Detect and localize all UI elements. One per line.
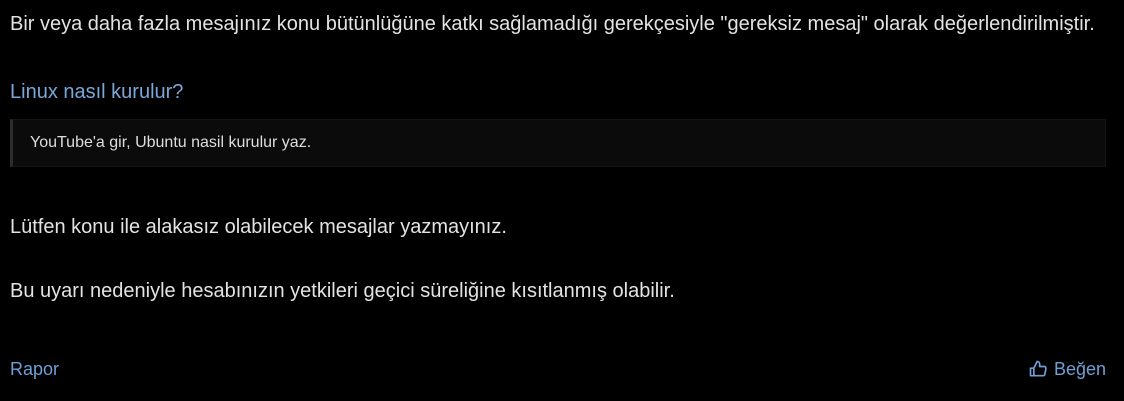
- paragraph-1: Lütfen konu ile alakasız olabilecek mesa…: [10, 216, 507, 238]
- thumbs-up-icon: [1028, 359, 1048, 379]
- thread-title-link[interactable]: Linux nasıl kurulur?: [10, 76, 1110, 108]
- like-button[interactable]: Beğen: [1028, 359, 1106, 380]
- report-link[interactable]: Rapor: [10, 359, 59, 380]
- message-body: Bir veya daha fazla mesajınız konu bütün…: [10, 8, 1110, 306]
- like-label: Beğen: [1053, 358, 1106, 379]
- quote-text: YouTube'a gir, Ubuntu nasil kurulur yaz.: [30, 134, 312, 151]
- quote-block: YouTube'a gir, Ubuntu nasil kurulur yaz.: [10, 119, 1106, 167]
- warning-text: Bir veya daha fazla mesajınız konu bütün…: [10, 13, 1095, 35]
- paragraph-2: Bu uyarı nedeniyle hesabınızın yetkileri…: [10, 280, 675, 302]
- message-footer: Rapor Beğen: [10, 355, 1106, 383]
